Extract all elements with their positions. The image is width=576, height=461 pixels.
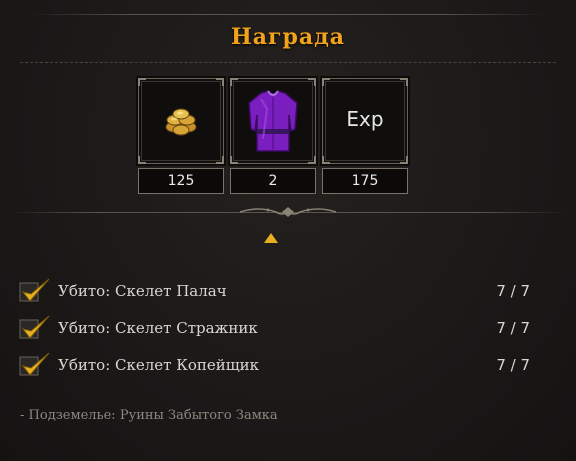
reward-slot-gold[interactable] <box>138 78 224 164</box>
objective-label: Убито: Скелет Стражник <box>58 319 258 337</box>
objective-row: Убито: Скелет Палач 7 / 7 <box>18 277 558 307</box>
reward-slot-exp[interactable]: Exp <box>322 78 408 164</box>
checkmark-icon <box>19 352 50 376</box>
reward-count-exp: 175 <box>322 168 408 194</box>
divider-ornament-icon <box>239 207 337 217</box>
location-text: - Подземелье: Руины Забытого Замка <box>20 408 278 423</box>
top-border <box>30 14 546 15</box>
checkmark-icon <box>19 278 50 302</box>
quest-reward-panel: Награда 125 2 Exp 175 Убито: Скелет Пала… <box>0 0 576 461</box>
objective-progress: 7 / 7 <box>496 356 530 374</box>
gold-coins-icon <box>165 108 197 136</box>
objective-progress: 7 / 7 <box>496 282 530 300</box>
objective-row: Убито: Скелет Стражник 7 / 7 <box>18 314 558 344</box>
exp-icon: Exp <box>346 107 384 131</box>
objective-progress: 7 / 7 <box>496 319 530 337</box>
collapse-arrow-icon[interactable] <box>263 232 279 244</box>
checkmark-icon <box>19 315 50 339</box>
title-divider <box>20 62 556 63</box>
reward-count-gold: 125 <box>138 168 224 194</box>
purple-tunic-icon <box>248 90 298 152</box>
objective-label: Убито: Скелет Палач <box>58 282 227 300</box>
objective-row: Убито: Скелет Копейщик 7 / 7 <box>18 351 558 381</box>
reward-slot-tunic[interactable] <box>230 78 316 164</box>
reward-count-tunic: 2 <box>230 168 316 194</box>
objective-label: Убито: Скелет Копейщик <box>58 356 260 374</box>
reward-title: Награда <box>230 24 346 50</box>
